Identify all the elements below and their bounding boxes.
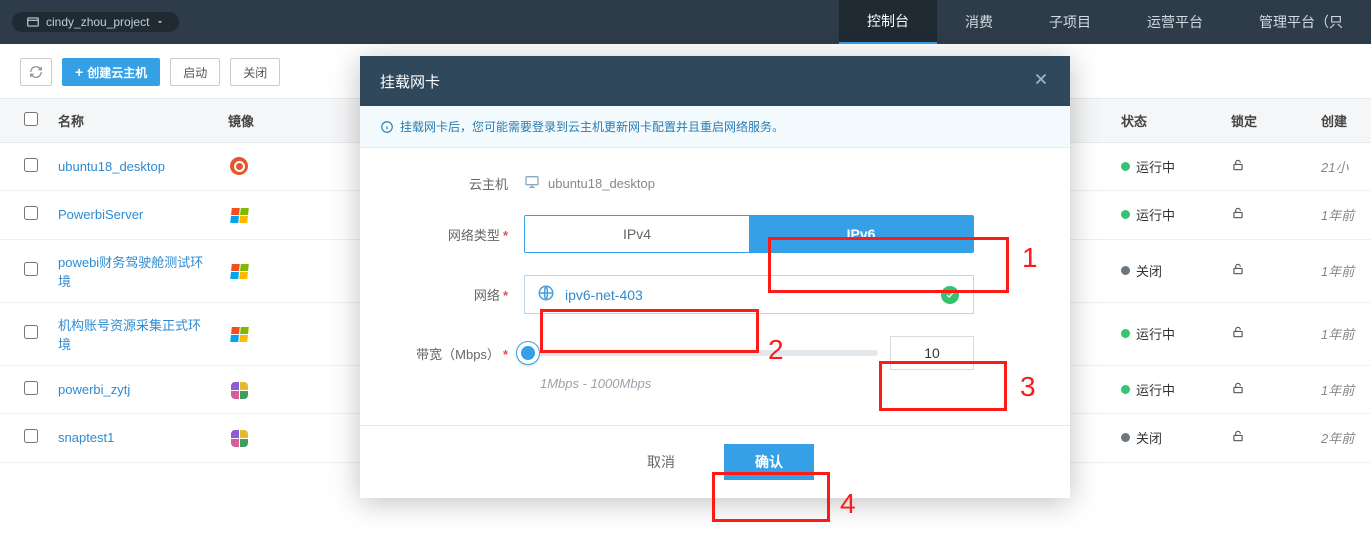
project-name: cindy_zhou_project (46, 15, 149, 29)
vm-name-link[interactable]: powebi财务驾驶舱测试环境 (58, 255, 203, 289)
required-star: * (503, 288, 508, 303)
slider-thumb[interactable] (517, 342, 539, 364)
col-header-image: 镜像 (218, 99, 308, 143)
tab-admin-platform[interactable]: 管理平台（只 (1231, 0, 1371, 44)
chevron-down-icon (155, 17, 165, 27)
close-button[interactable] (1032, 70, 1050, 92)
vm-name-link[interactable]: 机构账号资源采集正式环境 (58, 318, 201, 352)
row-checkbox[interactable] (24, 429, 38, 443)
required-star: * (503, 228, 508, 243)
vm-name-link[interactable]: ubuntu18_desktop (58, 159, 165, 174)
info-icon (380, 120, 394, 134)
plus-icon: + (75, 65, 83, 79)
top-navbar: cindy_zhou_project 控制台 消费 子项目 运营平台 管理平台（… (0, 0, 1371, 44)
status-badge: 运行中 (1121, 205, 1211, 224)
refresh-button[interactable] (20, 58, 52, 86)
app-icon (228, 428, 250, 450)
col-header-name: 名称 (48, 99, 218, 143)
tab-ops-platform[interactable]: 运营平台 (1119, 0, 1231, 44)
ubuntu-icon (228, 155, 250, 177)
row-checkbox[interactable] (24, 325, 38, 339)
layers-icon (26, 15, 40, 29)
windows-icon (228, 323, 250, 345)
network-select[interactable]: ipv6-net-403 (524, 275, 974, 314)
globe-icon (537, 284, 555, 305)
check-icon (941, 286, 959, 304)
bandwidth-slider[interactable] (524, 350, 878, 356)
modal-footer: 取消 确认 (360, 425, 1070, 498)
label-bandwidth: 带宽（Mbps） (416, 347, 500, 362)
lock-icon[interactable] (1231, 264, 1245, 279)
modal-info-bar: 挂载网卡后，您可能需要登录到云主机更新网卡配置并且重启网络服务。 (360, 106, 1070, 148)
bandwidth-input[interactable] (890, 336, 974, 370)
network-value: ipv6-net-403 (565, 287, 643, 303)
vm-name-value: ubuntu18_desktop (548, 176, 655, 191)
label-vm: 云主机 (394, 174, 524, 193)
lock-icon[interactable] (1231, 327, 1245, 342)
bandwidth-hint: 1Mbps - 1000Mbps (540, 376, 1036, 391)
create-vm-button[interactable]: + 创建云主机 (62, 58, 160, 86)
created-time: 1年前 (1321, 208, 1354, 223)
status-badge: 关闭 (1121, 428, 1211, 447)
select-all-checkbox[interactable] (24, 112, 38, 126)
net-type-ipv4[interactable]: IPv4 (525, 216, 749, 252)
created-time: 21小 (1321, 160, 1348, 175)
net-type-segmented: IPv4 IPv6 (524, 215, 974, 253)
vm-name-link[interactable]: snaptest1 (58, 430, 114, 445)
lock-icon[interactable] (1231, 208, 1245, 223)
attach-nic-modal: 挂载网卡 挂载网卡后，您可能需要登录到云主机更新网卡配置并且重启网络服务。 云主… (360, 56, 1070, 498)
lock-icon[interactable] (1231, 160, 1245, 175)
project-dropdown[interactable]: cindy_zhou_project (12, 12, 179, 32)
created-time: 1年前 (1321, 327, 1354, 342)
tab-billing[interactable]: 消费 (937, 0, 1021, 44)
confirm-button[interactable]: 确认 (724, 444, 814, 480)
vm-name-link[interactable]: PowerbiServer (58, 207, 143, 222)
row-checkbox[interactable] (24, 206, 38, 220)
row-checkbox[interactable] (24, 381, 38, 395)
row-checkbox[interactable] (24, 158, 38, 172)
col-header-status: 状态 (1111, 99, 1221, 143)
status-badge: 运行中 (1121, 157, 1211, 176)
tab-console[interactable]: 控制台 (839, 0, 937, 44)
tab-subproject[interactable]: 子项目 (1021, 0, 1119, 44)
modal-header: 挂载网卡 (360, 56, 1070, 106)
cancel-button[interactable]: 取消 (616, 444, 706, 480)
stop-button[interactable]: 关闭 (230, 58, 280, 86)
monitor-icon (524, 174, 540, 193)
modal-info-text: 挂载网卡后，您可能需要登录到云主机更新网卡配置并且重启网络服务。 (400, 118, 784, 135)
lock-icon[interactable] (1231, 431, 1245, 446)
label-network: 网络 (474, 288, 500, 303)
start-button[interactable]: 启动 (170, 58, 220, 86)
close-icon (1032, 70, 1050, 88)
top-tabs: 控制台 消费 子项目 运营平台 管理平台（只 (839, 0, 1371, 44)
windows-icon (228, 260, 250, 282)
lock-icon[interactable] (1231, 383, 1245, 398)
net-type-ipv6[interactable]: IPv6 (749, 216, 973, 252)
vm-name-link[interactable]: powerbi_zytj (58, 382, 130, 397)
app-icon (228, 379, 250, 401)
required-star: * (503, 347, 508, 362)
col-header-created: 创建 (1311, 99, 1371, 143)
status-badge: 运行中 (1121, 324, 1211, 343)
status-badge: 关闭 (1121, 261, 1211, 280)
create-vm-label: 创建云主机 (87, 64, 147, 81)
refresh-icon (29, 65, 43, 79)
col-header-lock: 锁定 (1221, 99, 1311, 143)
created-time: 2年前 (1321, 431, 1354, 446)
modal-title: 挂载网卡 (380, 71, 440, 92)
created-time: 1年前 (1321, 383, 1354, 398)
label-net-type: 网络类型 (448, 228, 500, 243)
status-badge: 运行中 (1121, 380, 1211, 399)
windows-icon (228, 205, 250, 227)
row-checkbox[interactable] (24, 262, 38, 276)
created-time: 1年前 (1321, 264, 1354, 279)
